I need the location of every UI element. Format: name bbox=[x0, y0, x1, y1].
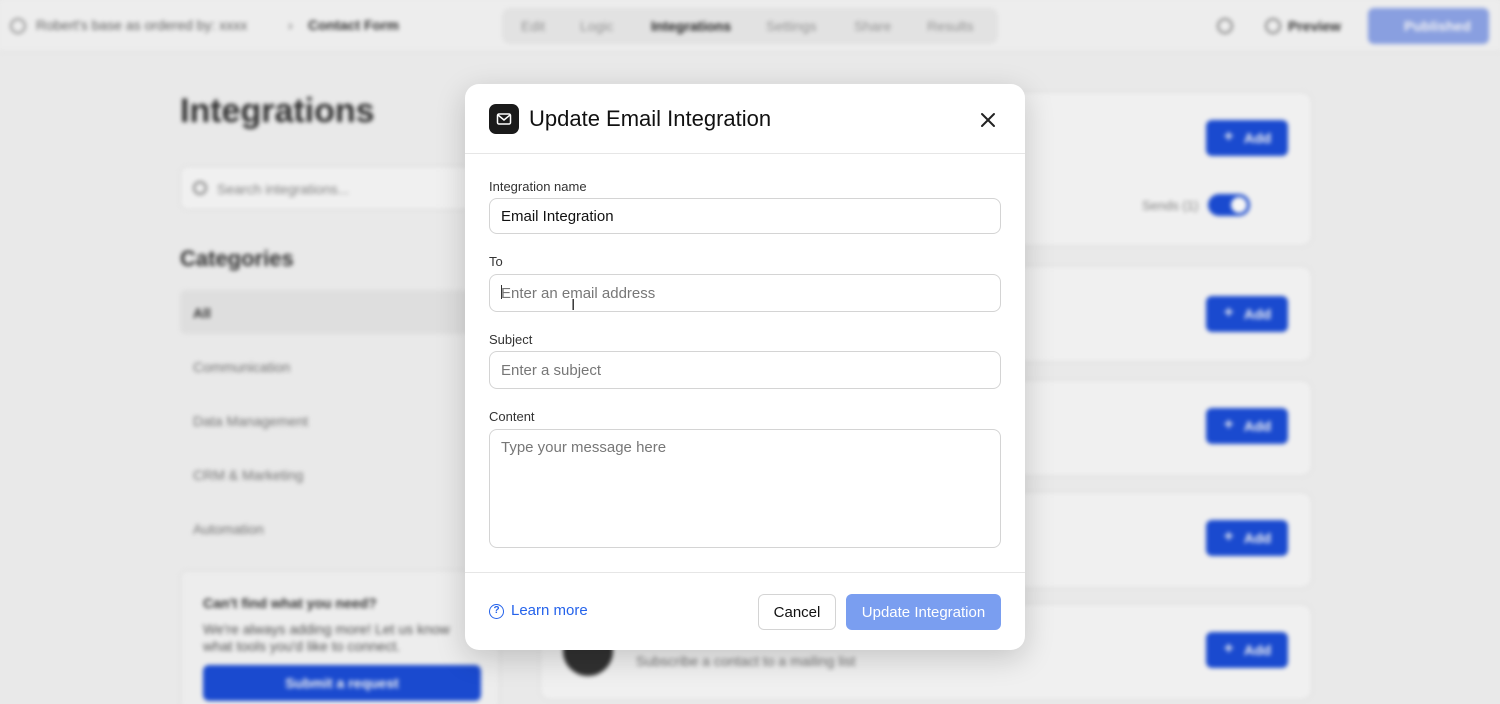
dialog-header: Update Email Integration bbox=[465, 84, 1025, 154]
learn-more-label: Learn more bbox=[511, 602, 588, 619]
ibeam-cursor-icon: I bbox=[571, 296, 576, 314]
subject-label: Subject bbox=[489, 332, 533, 347]
text-caret bbox=[501, 285, 502, 299]
close-icon[interactable] bbox=[976, 108, 1000, 132]
to-label: To bbox=[489, 254, 503, 269]
dialog-footer: ? Learn more Cancel Update Integration bbox=[465, 572, 1025, 650]
dialog-title: Update Email Integration bbox=[529, 106, 772, 131]
content-label: Content bbox=[489, 409, 535, 424]
integration-name-label: Integration name bbox=[489, 179, 587, 194]
subject-input[interactable] bbox=[489, 351, 1001, 389]
question-circle-icon: ? bbox=[489, 604, 504, 619]
content-textarea[interactable] bbox=[489, 429, 1001, 548]
cancel-button[interactable]: Cancel bbox=[758, 594, 836, 630]
mail-icon bbox=[489, 104, 519, 134]
to-email-input[interactable] bbox=[489, 274, 1001, 312]
update-integration-button[interactable]: Update Integration bbox=[846, 594, 1001, 630]
update-email-integration-dialog: Update Email Integration Integration nam… bbox=[465, 84, 1025, 650]
integration-name-input[interactable] bbox=[489, 198, 1001, 234]
